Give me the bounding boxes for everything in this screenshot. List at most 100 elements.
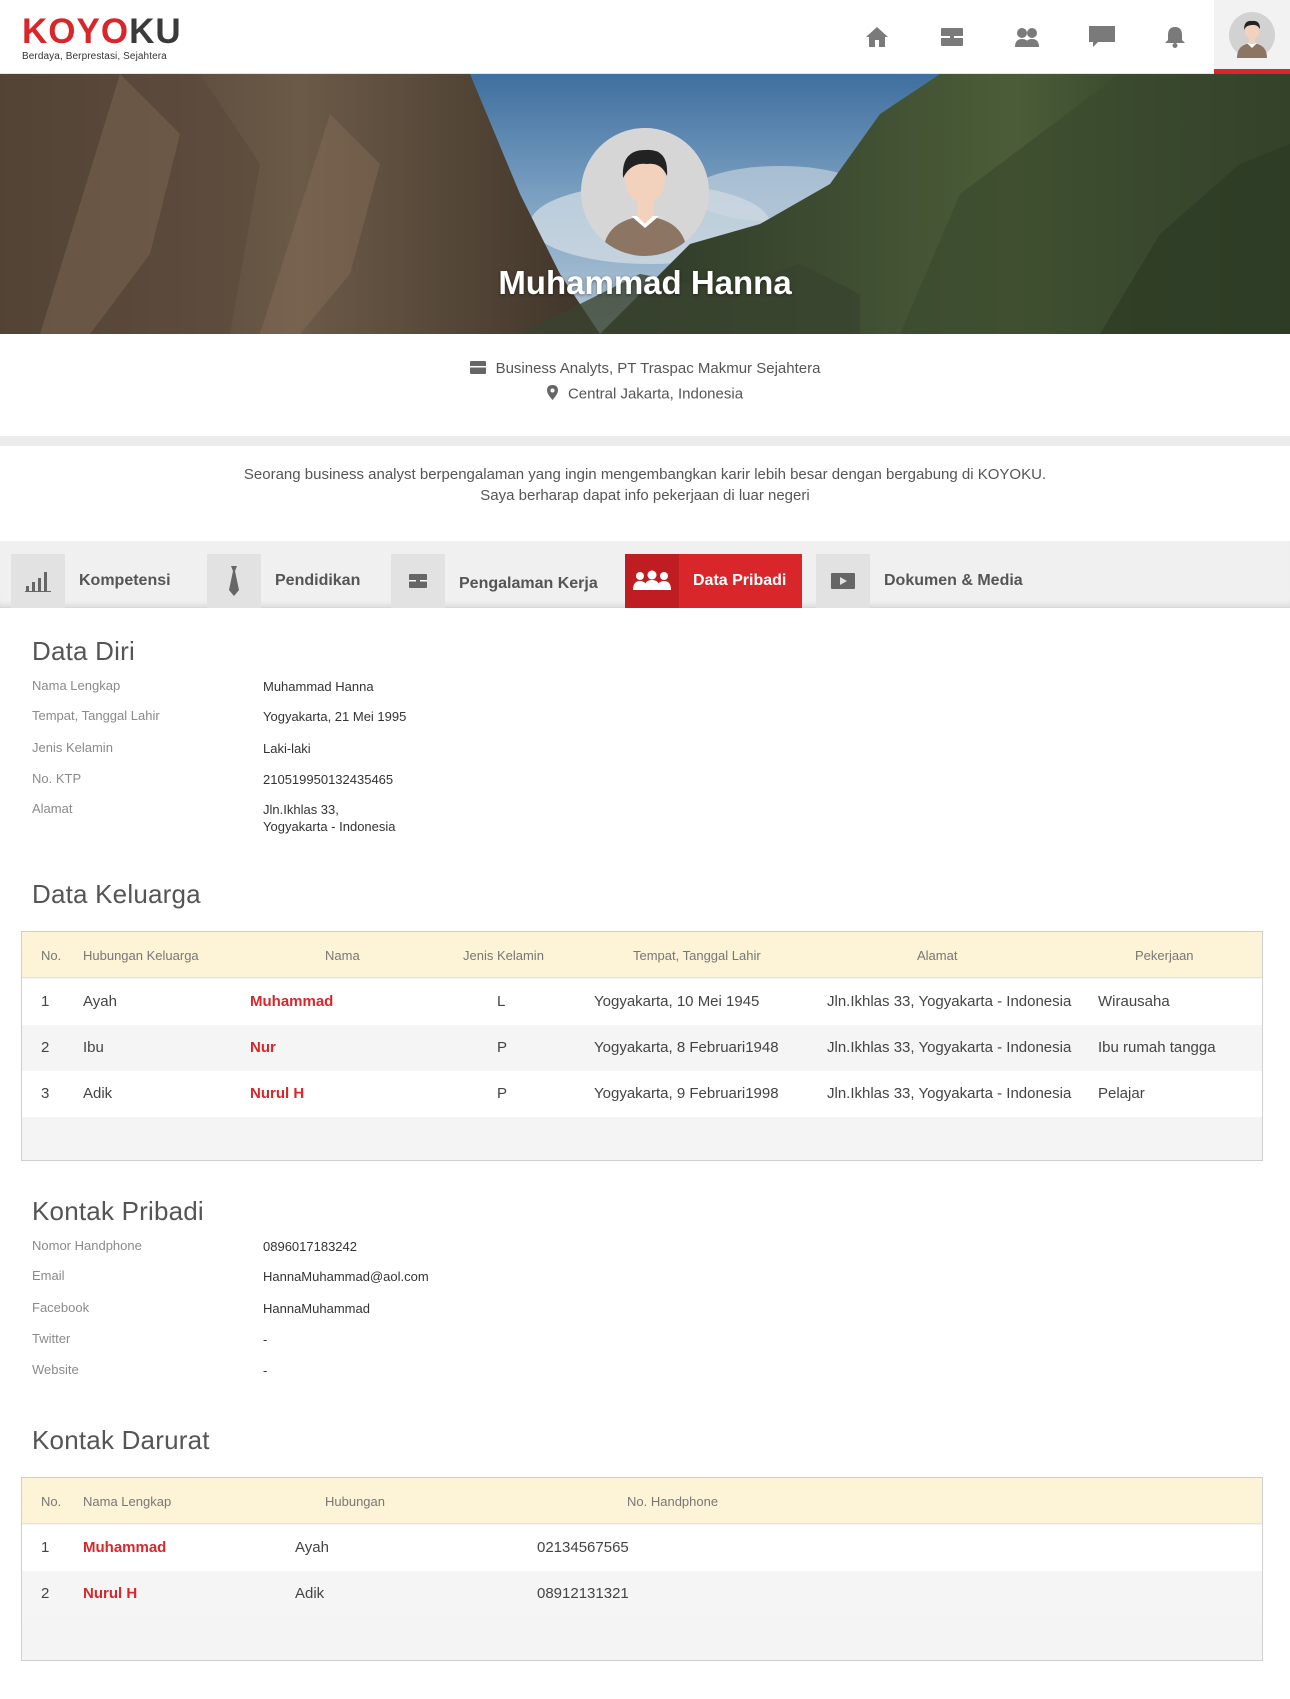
table-row: 1 Ayah Muhammad L Yogyakarta, 10 Mei 194… [22, 979, 1262, 1025]
location-pin-icon [546, 385, 558, 404]
column-header: Alamat [917, 948, 958, 963]
bio-line-1: Seorang business analyst berpengalaman y… [243, 466, 1047, 483]
profile-info: Business Analyts, PT Traspac Makmur Seja… [0, 334, 1290, 436]
column-header: Hubungan [325, 1494, 385, 1509]
field-label: Facebook [32, 1300, 90, 1315]
column-header: No. Handphone [627, 1494, 719, 1509]
cell-gender: P [497, 1039, 508, 1056]
bar-chart-icon [25, 572, 51, 592]
cell-relation: Adik [295, 1585, 325, 1602]
profile-avatar[interactable] [581, 128, 709, 256]
tab-dokumen-media[interactable]: Dokumen & Media [816, 554, 1036, 608]
koyoku-logo[interactable]: KOYOKU Berdaya, Berprestasi, Sejahtera [22, 14, 182, 63]
tab-kompetensi[interactable]: Kompetensi [11, 554, 201, 608]
cell-occupation: Ibu rumah tangga [1098, 1039, 1216, 1056]
cell-no: 3 [41, 1085, 50, 1102]
field-value: - [263, 1332, 268, 1347]
field-label: Tempat, Tanggal Lahir [32, 708, 160, 723]
column-header: Tempat, Tanggal Lahir [633, 948, 761, 963]
field-label: Website [32, 1362, 79, 1377]
nav-network-button[interactable] [992, 0, 1062, 74]
cell-phone: 02134567565 [537, 1539, 629, 1556]
profile-location: Central Jakarta, Indonesia [567, 385, 744, 403]
table-row: 2 Nurul H Adik 08912131321 [22, 1571, 1262, 1617]
facebook-link[interactable]: HannaMuhammad [263, 1300, 370, 1317]
cell-occupation: Pelajar [1098, 1085, 1145, 1102]
cell-name-link[interactable]: Nurul H [250, 1085, 304, 1102]
nav-home-button[interactable] [842, 0, 912, 74]
emergency-contact-table: No. Nama Lengkap Hubungan No. Handphone … [21, 1477, 1263, 1661]
profile-bio: Seorang business analyst berpengalaman y… [0, 464, 1290, 506]
field-value: Laki-laki [263, 741, 311, 756]
nav-messages-button[interactable] [1067, 0, 1137, 74]
tie-icon [229, 566, 239, 596]
play-icon [831, 573, 855, 589]
nav-profile-avatar[interactable] [1214, 0, 1290, 74]
section-title-data-keluarga: Data Keluarga [32, 879, 201, 909]
field-value: - [263, 1363, 268, 1378]
field-value: Yogyakarta, 21 Mei 1995 [263, 709, 407, 724]
cell-gender: P [497, 1085, 508, 1102]
cell-no: 1 [41, 993, 50, 1010]
cell-birth: Yogyakarta, 10 Mei 1945 [594, 993, 760, 1010]
field-label: Alamat [32, 801, 73, 816]
cell-relation: Ayah [295, 1539, 329, 1556]
cell-address: Jln.Ikhlas 33, Yogyakarta - Indonesia [827, 1085, 1072, 1102]
cell-name-link[interactable]: Nurul H [83, 1585, 137, 1602]
field-value: Muhammad Hanna [263, 679, 374, 694]
cell-name-link[interactable]: Muhammad [250, 993, 333, 1010]
field-label: Jenis Kelamin [32, 740, 113, 755]
cell-name-link[interactable]: Muhammad [83, 1539, 166, 1556]
briefcase-icon [469, 360, 486, 378]
bio-line-2: Saya berharap dapat info pekerjaan di lu… [480, 487, 810, 504]
people-icon [1015, 28, 1039, 47]
briefcase-icon [409, 574, 427, 588]
table-row: 1 Muhammad Ayah 02134567565 [22, 1525, 1262, 1571]
tab-label: Pengalaman Kerja [459, 575, 598, 592]
cell-gender: L [497, 993, 506, 1010]
table-row: 3 Adik Nurul H P Yogyakarta, 9 Februari1… [22, 1071, 1262, 1117]
field-value: 210519950132435465 [263, 772, 394, 787]
cell-no: 2 [41, 1585, 50, 1602]
profile-location-line: Central Jakarta, Indonesia [0, 385, 1290, 404]
nav-jobs-button[interactable] [917, 0, 987, 74]
cell-address: Jln.Ikhlas 33, Yogyakarta - Indonesia [827, 1039, 1072, 1056]
cell-relation: Ibu [83, 1039, 104, 1056]
column-header: No. [41, 1494, 62, 1509]
profile-job: Business Analyts, PT Traspac Makmur Seja… [495, 360, 821, 377]
profile-job-line: Business Analyts, PT Traspac Makmur Seja… [0, 360, 1290, 378]
cell-relation: Ayah [83, 993, 117, 1010]
field-label: Nomor Handphone [32, 1238, 142, 1253]
tab-pendidikan[interactable]: Pendidikan [207, 554, 377, 608]
column-header: Nama [325, 948, 360, 963]
nav-notifications-button[interactable] [1140, 0, 1210, 74]
chat-icon [1089, 26, 1115, 47]
section-title-data-diri: Data Diri [32, 636, 135, 666]
cover-banner: Muhammad Hanna [0, 74, 1290, 334]
tab-data-pribadi[interactable]: Data Pribadi [625, 554, 802, 608]
table-row: 2 Ibu Nur P Yogyakarta, 8 Februari1948 J… [22, 1025, 1262, 1071]
tab-label: Dokumen & Media [884, 572, 1023, 589]
avatar-icon [1229, 11, 1275, 58]
section-title-kontak-pribadi: Kontak Pribadi [32, 1196, 204, 1226]
cell-birth: Yogyakarta, 8 Februari1948 [594, 1039, 779, 1056]
avatar-icon [581, 128, 709, 256]
family-icon [633, 570, 671, 590]
profile-tabs: Kompetensi Pendidikan Pengalaman Kerja D… [0, 541, 1290, 608]
email-link[interactable]: HannaMuhammad@aol.com [263, 1268, 429, 1285]
tab-pengalaman-kerja[interactable]: Pengalaman Kerja [391, 554, 609, 608]
cell-relation: Adik [83, 1085, 113, 1102]
table-header: No. Hubungan Keluarga Nama Jenis Kelamin… [22, 932, 1262, 978]
tab-label: Kompetensi [79, 572, 171, 589]
cell-occupation: Wirausaha [1098, 993, 1170, 1010]
cell-no: 2 [41, 1039, 50, 1056]
cell-address: Jln.Ikhlas 33, Yogyakarta - Indonesia [827, 993, 1072, 1010]
briefcase-icon [941, 28, 963, 46]
field-label: Email [32, 1268, 65, 1283]
section-divider [0, 436, 1290, 446]
table-header: No. Nama Lengkap Hubungan No. Handphone [22, 1478, 1262, 1524]
top-navbar: KOYOKU Berdaya, Berprestasi, Sejahtera [0, 0, 1290, 74]
cell-name-link[interactable]: Nur [250, 1039, 276, 1056]
tab-label: Pendidikan [275, 572, 361, 589]
cell-birth: Yogyakarta, 9 Februari1998 [594, 1085, 779, 1102]
